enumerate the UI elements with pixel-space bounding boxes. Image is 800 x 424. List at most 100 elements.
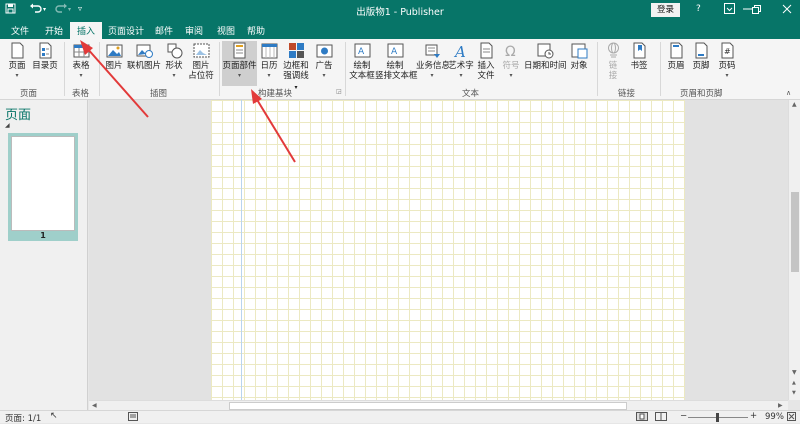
scroll-right-icon[interactable]: ▶ [778, 402, 783, 409]
header-button[interactable]: 页眉 [665, 41, 687, 71]
tab-file[interactable]: 文件 [11, 24, 29, 37]
chevron-down-icon: ▾ [15, 72, 19, 79]
date-time-icon [537, 43, 553, 59]
zoom-slider-thumb[interactable] [716, 413, 719, 422]
previous-page-icon[interactable]: ▲ [792, 380, 796, 386]
ad-label: 广告 [315, 61, 333, 71]
footer-label: 页脚 [692, 61, 710, 71]
chevron-down-icon: ▾ [322, 72, 326, 79]
date-time-button[interactable]: 日期和时间 [524, 41, 567, 71]
vertical-scroll-thumb[interactable] [791, 192, 799, 272]
page-count-status[interactable]: 页面: 1/1 [5, 412, 41, 424]
calendar-label: 日历 [260, 61, 278, 71]
status-bar: 页面: 1/1 ↖ − + 99% [0, 410, 800, 424]
shapes-icon [167, 43, 182, 59]
restore-icon[interactable] [752, 5, 762, 18]
close-icon[interactable] [782, 4, 792, 17]
borders-accents-button[interactable]: 边框和 强调线 ▾ [281, 41, 311, 93]
link-icon [607, 42, 619, 58]
svg-text:A: A [453, 43, 466, 59]
scroll-down-icon[interactable]: ▼ [792, 369, 797, 376]
link-label-2: 接 [608, 71, 618, 81]
date-time-label: 日期和时间 [524, 61, 567, 71]
page-thumbnail-1[interactable]: 1 [8, 133, 78, 241]
login-button[interactable]: 登录 [651, 3, 680, 17]
collapse-ribbon-icon[interactable]: ∧ [786, 89, 791, 97]
single-page-view-icon[interactable] [636, 412, 648, 424]
expand-icon[interactable]: ◢ [5, 122, 10, 129]
online-picture-button[interactable]: 联机图片 [127, 41, 161, 71]
group-label-illustrations: 插图 [150, 89, 168, 99]
group-divider [660, 42, 661, 96]
table-button[interactable]: 表格 ▾ [68, 41, 94, 81]
tab-help[interactable]: 帮助 [247, 24, 265, 37]
tab-insert[interactable]: 插入 [70, 22, 103, 39]
business-info-icon [425, 44, 440, 58]
page-thumbnail-image [11, 136, 75, 231]
ad-button[interactable]: 广告 ▾ [313, 41, 335, 81]
tab-review[interactable]: 审阅 [185, 24, 203, 37]
link-button[interactable]: 链 接 [601, 41, 625, 81]
two-page-view-icon[interactable] [655, 412, 667, 424]
next-page-icon[interactable]: ▼ [792, 390, 796, 396]
ribbon-tabs: 文件 开始 插入 页面设计 邮件 审阅 视图 帮助 [0, 20, 800, 39]
vertical-textbox-icon: A [387, 43, 403, 58]
borders-accents-label-1: 边框和 [283, 61, 309, 71]
chevron-down-icon: ▾ [79, 72, 83, 79]
scroll-left-icon[interactable]: ◀ [92, 402, 97, 409]
draw-vtextbox-label-1: 绘制 [386, 61, 404, 71]
page-button[interactable]: 页面 ▾ [4, 41, 30, 81]
object-button[interactable]: 对象 [567, 41, 591, 71]
catalog-page-icon [39, 42, 51, 59]
symbol-button[interactable]: Ω 符号 ▾ [500, 41, 522, 81]
horizontal-scrollbar[interactable]: ◀ ▶ [89, 400, 788, 410]
picture-button[interactable]: 图片 [102, 41, 126, 71]
group-divider [345, 42, 346, 96]
bookmark-button[interactable]: 书签 [627, 41, 651, 71]
group-divider [99, 42, 100, 96]
page-button-label: 页面 [8, 61, 26, 71]
zoom-in-button[interactable]: + [750, 411, 757, 421]
wordart-icon: A [453, 43, 466, 59]
page-icon [11, 42, 23, 59]
draw-vertical-textbox-button[interactable]: A 绘制 竖排文本框 [375, 41, 418, 81]
ribbon-display-icon[interactable] [724, 3, 735, 17]
draw-textbox-button[interactable]: A 绘制 文本框 [348, 41, 376, 81]
page-parts-button[interactable]: 页面部件 ▾ [222, 41, 257, 81]
vertical-scrollbar[interactable]: ▲ ▼ ▲ ▼ [788, 100, 800, 400]
page-number-button[interactable]: # 页码 ▾ [716, 41, 738, 81]
chevron-down-icon: ▾ [430, 72, 434, 79]
fit-page-icon[interactable] [787, 412, 796, 424]
publication-page[interactable] [211, 100, 685, 400]
tab-page-design[interactable]: 页面设计 [108, 24, 144, 37]
cursor-position-icon: ↖ [50, 411, 58, 421]
scroll-up-icon[interactable]: ▲ [792, 101, 797, 108]
borders-accents-icon [288, 43, 304, 58]
group-label-pages: 页面 [20, 89, 38, 99]
title-bar: ▾ ▾ ▿ 出版物1 - Publisher 登录 ? [0, 0, 800, 20]
picture-placeholder-label-2: 占位符 [188, 71, 214, 81]
footer-button[interactable]: 页脚 [690, 41, 712, 71]
insert-file-button[interactable]: 插入 文件 [475, 41, 497, 81]
tab-mailings[interactable]: 邮件 [155, 24, 173, 37]
zoom-level[interactable]: 99% [765, 412, 784, 422]
dialog-launcher-icon[interactable]: ◲ [336, 88, 342, 95]
catalog-page-button[interactable]: 目录页 [32, 41, 58, 71]
table-button-label: 表格 [72, 61, 90, 71]
draw-textbox-label-2: 文本框 [349, 71, 375, 81]
shapes-button[interactable]: 形状 ▾ [163, 41, 185, 81]
ribbon: 页面 ▾ 目录页 页面 表格 ▾ 表格 图片 联机图片 形状 ▾ 图片 占位符 … [0, 39, 800, 100]
picture-placeholder-label-1: 图片 [192, 61, 210, 71]
wordart-button[interactable]: A 艺术字 ▾ [448, 41, 474, 81]
picture-placeholder-button[interactable]: 图片 占位符 [187, 41, 215, 81]
tab-home[interactable]: 开始 [45, 24, 63, 37]
zoom-out-button[interactable]: − [680, 411, 687, 421]
business-info-button[interactable]: 业务信息 ▾ [416, 41, 451, 81]
horizontal-scroll-thumb[interactable] [229, 402, 627, 410]
svg-text:#: # [724, 47, 731, 56]
tab-view[interactable]: 视图 [217, 24, 235, 37]
help-icon[interactable]: ? [696, 4, 701, 14]
business-info-label: 业务信息 [416, 61, 451, 71]
calendar-button[interactable]: 日历 ▾ [258, 41, 280, 81]
document-canvas[interactable] [89, 100, 788, 400]
